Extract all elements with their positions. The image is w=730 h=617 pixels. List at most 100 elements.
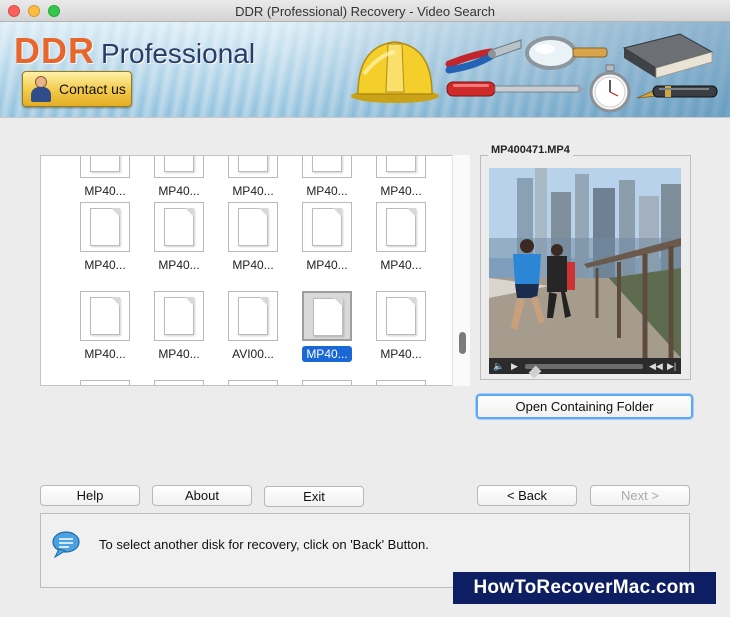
file-name-text: MP40... bbox=[84, 184, 126, 198]
status-message: To select another disk for recovery, cli… bbox=[99, 537, 429, 552]
file-name-text: MP40... bbox=[158, 347, 200, 361]
pliers-icon bbox=[445, 39, 522, 74]
person-icon bbox=[29, 76, 53, 102]
file-item-partial[interactable] bbox=[369, 380, 433, 385]
file-item[interactable]: MP40... bbox=[369, 202, 433, 282]
file-icon bbox=[228, 156, 278, 178]
file-name-text: MP40... bbox=[84, 258, 126, 272]
title-bar: DDR (Professional) Recovery - Video Sear… bbox=[0, 0, 730, 22]
logo-ddr-text: DDR bbox=[14, 30, 95, 71]
file-icon bbox=[376, 156, 426, 178]
scrollbar-thumb[interactable] bbox=[459, 332, 466, 354]
file-icon bbox=[80, 291, 130, 341]
file-icon bbox=[376, 291, 426, 341]
back-button[interactable]: < Back bbox=[477, 485, 577, 506]
logo-professional-text: Professional bbox=[101, 38, 256, 69]
file-name-text: MP40... bbox=[84, 347, 126, 361]
file-name: MP40... bbox=[147, 347, 211, 361]
seek-bar[interactable] bbox=[525, 364, 643, 379]
file-name: MP40... bbox=[369, 184, 433, 198]
file-item[interactable]: MP40... bbox=[73, 156, 137, 208]
file-icon bbox=[80, 156, 130, 178]
file-item[interactable]: MP40... bbox=[147, 291, 211, 371]
file-item[interactable]: MP40... bbox=[295, 156, 359, 208]
file-item[interactable]: MP40... bbox=[73, 202, 137, 282]
tools-illustration bbox=[345, 28, 725, 114]
file-item-partial[interactable] bbox=[295, 380, 359, 385]
preview-filename: MP400471.MP4 bbox=[488, 144, 573, 156]
file-icon bbox=[302, 156, 352, 178]
file-icon bbox=[228, 202, 278, 252]
file-item[interactable]: MP40... bbox=[295, 291, 359, 371]
window-title: DDR (Professional) Recovery - Video Sear… bbox=[235, 4, 495, 19]
contact-us-button[interactable]: Contact us bbox=[22, 71, 132, 107]
file-icon bbox=[376, 202, 426, 252]
next-button[interactable]: Next > bbox=[590, 485, 690, 506]
file-name: MP40... bbox=[221, 184, 285, 198]
file-name-text: MP40... bbox=[306, 184, 348, 198]
file-name-text: MP40... bbox=[232, 184, 274, 198]
file-name: MP40... bbox=[369, 258, 433, 272]
file-item-partial[interactable] bbox=[221, 380, 285, 385]
file-item[interactable]: MP40... bbox=[73, 291, 137, 371]
header-separator bbox=[0, 117, 730, 118]
file-name: MP40... bbox=[147, 258, 211, 272]
file-icon bbox=[80, 380, 130, 385]
play-icon[interactable]: ▶ bbox=[511, 361, 518, 372]
file-icon bbox=[154, 291, 204, 341]
file-icon bbox=[154, 380, 204, 385]
exit-button[interactable]: Exit bbox=[264, 486, 364, 507]
file-icon bbox=[80, 202, 130, 252]
file-icon bbox=[376, 380, 426, 385]
contact-us-label: Contact us bbox=[59, 81, 126, 97]
file-icon bbox=[302, 291, 352, 341]
file-item[interactable]: MP40... bbox=[147, 156, 211, 208]
file-name-text: MP40... bbox=[302, 346, 352, 362]
file-name: MP40... bbox=[295, 346, 359, 362]
file-name: MP40... bbox=[295, 258, 359, 272]
file-name-text: MP40... bbox=[158, 258, 200, 272]
screwdriver-icon bbox=[446, 81, 584, 97]
book-icon bbox=[622, 33, 714, 79]
app-window: DDR (Professional) Recovery - Video Sear… bbox=[0, 0, 730, 617]
file-item[interactable]: AVI00... bbox=[221, 291, 285, 371]
file-item[interactable]: MP40... bbox=[369, 291, 433, 371]
fountain-pen-icon bbox=[636, 85, 718, 99]
header-banner: DDR Professional Contact us bbox=[0, 22, 730, 117]
file-item[interactable]: MP40... bbox=[221, 202, 285, 282]
file-icon bbox=[154, 156, 204, 178]
file-grid-scrollbar[interactable] bbox=[452, 155, 470, 386]
file-item-partial[interactable] bbox=[147, 380, 211, 385]
file-name-text: MP40... bbox=[380, 184, 422, 198]
fast-forward-icon[interactable]: ▶| bbox=[667, 361, 676, 372]
file-item[interactable]: MP40... bbox=[221, 156, 285, 208]
file-name-text: MP40... bbox=[232, 258, 274, 272]
help-button[interactable]: Help bbox=[40, 485, 140, 506]
rewind-icon[interactable]: ◀◀ bbox=[649, 361, 663, 372]
open-containing-folder-button[interactable]: Open Containing Folder bbox=[476, 394, 693, 419]
watermark-banner: HowToRecoverMac.com bbox=[453, 572, 716, 604]
volume-icon[interactable]: 🔈 bbox=[493, 361, 504, 372]
file-name: AVI00... bbox=[221, 347, 285, 361]
file-item[interactable]: MP40... bbox=[369, 156, 433, 208]
hard-hat-icon bbox=[351, 41, 439, 103]
video-preview[interactable] bbox=[489, 168, 681, 358]
file-name-text: AVI00... bbox=[232, 347, 274, 361]
file-name: MP40... bbox=[295, 184, 359, 198]
file-name: MP40... bbox=[221, 258, 285, 272]
app-logo: DDR Professional bbox=[14, 30, 255, 72]
file-item-partial[interactable] bbox=[73, 380, 137, 385]
file-name: MP40... bbox=[73, 184, 137, 198]
file-name: MP40... bbox=[369, 347, 433, 361]
file-name-text: MP40... bbox=[306, 258, 348, 272]
file-item[interactable]: MP40... bbox=[147, 202, 211, 282]
video-controls: 🔈 ▶ ◀◀ ▶| bbox=[489, 358, 681, 379]
file-name-text: MP40... bbox=[380, 258, 422, 272]
file-icon bbox=[228, 380, 278, 385]
file-name: MP40... bbox=[73, 347, 137, 361]
file-grid[interactable]: MP40... MP40... MP40... MP40... MP40... MP40.… bbox=[40, 155, 470, 386]
about-button[interactable]: About bbox=[152, 485, 252, 506]
file-name: MP40... bbox=[147, 184, 211, 198]
file-item[interactable]: MP40... bbox=[295, 202, 359, 282]
file-name: MP40... bbox=[73, 258, 137, 272]
